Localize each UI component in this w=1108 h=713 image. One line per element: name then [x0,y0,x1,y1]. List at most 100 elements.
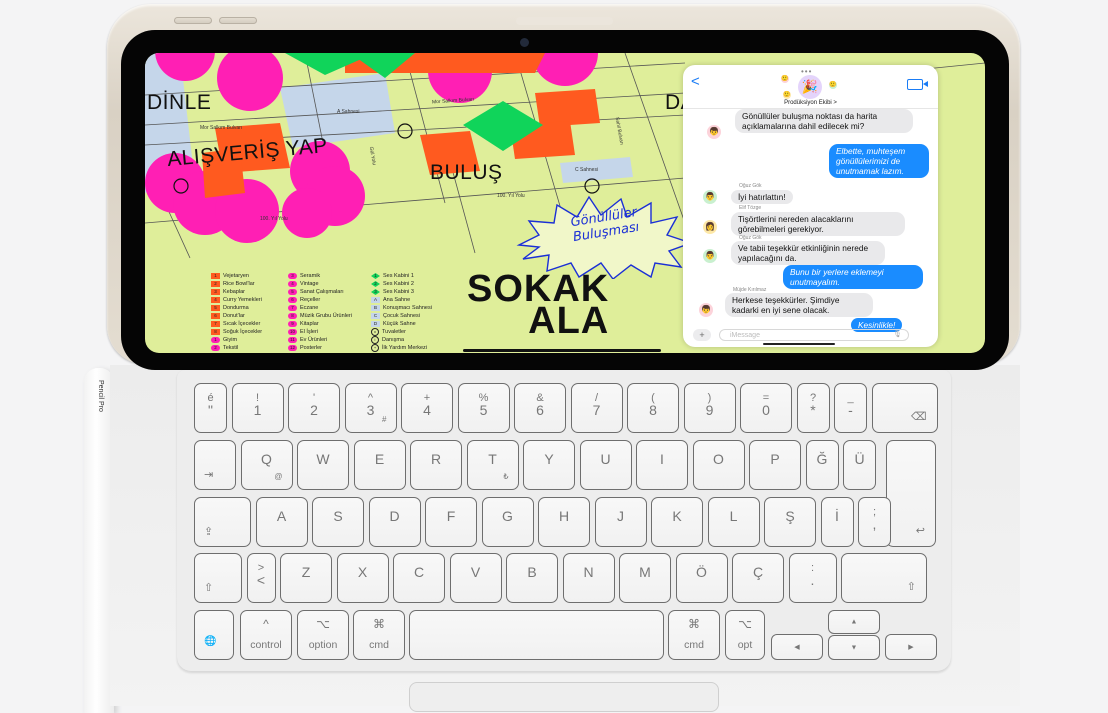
key-*[interactable]: ? * [796,383,830,433]
key-tab-icon[interactable]: ⇥ [194,440,236,490]
key-u[interactable]: U [579,440,632,490]
key-7[interactable]: /7 [570,383,623,433]
legend-label: Ses Kabini 2 [383,281,414,287]
key-w[interactable]: W [297,440,349,490]
key-z[interactable]: Z [280,553,332,603]
key-<[interactable]: > < [246,553,276,603]
key-g[interactable]: G [481,497,534,547]
key-2[interactable]: ' 2 [288,383,340,433]
key-a[interactable]: A [255,497,308,547]
key-ü[interactable]: Ü [843,440,876,490]
legend-item: 5 Dondurma [211,304,262,312]
key--[interactable]: _ - [834,383,867,433]
legend-item: 7 Eczane [288,304,352,312]
key-3[interactable]: ^ 3 # [344,383,397,433]
key-b[interactable]: B [506,553,558,603]
key-s[interactable]: S [312,497,364,547]
group-name[interactable]: Prodüksiyon Ekibi > [683,100,938,106]
key-x[interactable]: X [336,553,389,603]
key-,[interactable]: ;, [858,497,891,547]
legend-item: 3 Seramik [288,272,352,280]
key-n[interactable]: N [562,553,615,603]
key-delete-icon[interactable]: ⌫ [871,383,938,433]
legend-label: Curry Yemekleri [223,297,262,303]
control-key[interactable]: ^ control [240,610,292,660]
back-chevron-icon[interactable]: < [691,73,700,90]
video-call-icon[interactable] [907,79,928,90]
key-ç[interactable]: Ç [732,553,784,603]
trackpad[interactable] [409,682,719,712]
key-label: D [389,508,400,524]
legend-swatch: 2 [211,345,220,351]
microphone-icon[interactable]: 🎙 [893,329,902,341]
key-l[interactable]: L [707,497,760,547]
key-m[interactable]: M [619,553,671,603]
key-ş[interactable]: Ş [764,497,816,547]
arrow-down-key[interactable]: ▼ [828,635,880,660]
key-h[interactable]: H [538,497,590,547]
key-o[interactable]: O [692,440,745,490]
arrow-up-key[interactable]: ▲ [828,610,880,634]
key-4[interactable]: +4 [401,383,453,433]
key-0[interactable]: = 0 [740,383,792,433]
key-8[interactable]: (8 [627,383,679,433]
map-label-meet: BULUŞ [430,161,503,184]
arrow-left-key[interactable]: ◀ [771,634,823,660]
legend-item: B Konuşmacı Sahnesi [371,304,432,312]
legend-label: Soğuk İçecekler [223,329,263,335]
legend-swatch: 4 [211,297,220,303]
legend-swatch: 3 [371,289,380,295]
key-k[interactable]: K [651,497,703,547]
cmd-key[interactable]: ⌘ cmd [353,610,405,660]
legend-label: Ana Sahne [383,297,411,303]
legend-label: Reçeller [300,297,321,303]
key-"[interactable]: é " [194,383,227,433]
key-5[interactable]: % 5 [457,383,510,433]
key-i̇[interactable]: İ [820,497,854,547]
key-ö[interactable]: Ö [675,553,728,603]
top-button [516,17,613,25]
key-label: J [617,508,624,524]
key-label: " [208,402,213,418]
key-e[interactable]: E [353,440,406,490]
legend-item: 7 Sıcak İçecekler [211,320,262,328]
key-caps-lock-icon[interactable]: ⇪ [194,497,251,547]
arrow-left-icon: ◀ [794,644,800,651]
opt-right-key[interactable]: ⌥ opt [725,610,765,660]
key-1[interactable]: ! 1 [231,383,284,433]
key-y[interactable]: Y [523,440,575,490]
key-t[interactable]: T ₺ [466,440,519,490]
plus-button[interactable]: + [693,329,711,341]
key-label: X [357,564,368,580]
key-f[interactable]: F [425,497,477,547]
key-r[interactable]: R [410,440,462,490]
key-shift-icon[interactable]: ⇧ [194,553,242,603]
key-d[interactable]: D [368,497,421,547]
cmd-right-key[interactable]: ⌘ cmd [668,610,720,660]
key-return-icon[interactable]: ↩ [886,440,936,547]
cmd-symbol-icon: ⌘ [373,617,385,631]
key-ğ[interactable]: Ğ [805,440,839,490]
key-q[interactable]: Q @ [240,440,293,490]
map-shop-circle [217,53,283,111]
key-label: S [333,508,343,524]
key-globe[interactable]: 🌐 [194,610,234,660]
key-v[interactable]: V [449,553,502,603]
message-bubble: İyi hatırlattın! [731,190,793,204]
key-shift-icon[interactable]: ⇧ [841,553,927,603]
key-.[interactable]: :. [788,553,837,603]
party-popper-icon[interactable]: 🎉 [798,75,822,99]
arrow-right-key[interactable]: ▶ [885,634,937,660]
key-label: O [713,451,724,467]
message-bubble: Herkese teşekkürler. Şimdiye kadarki en … [725,293,873,317]
space-bar[interactable] [409,610,664,660]
key-p[interactable]: P [749,440,801,490]
key-6[interactable]: & 6 [514,383,566,433]
key-9[interactable]: ) 9 [683,383,736,433]
legend-label: İlk Yardım Merkezi [382,345,428,351]
key-i[interactable]: I [636,440,688,490]
key-c[interactable]: C [393,553,445,603]
key-j[interactable]: J [594,497,647,547]
option-key[interactable]: ⌥ option [297,610,349,660]
imessage-input[interactable]: iMessage [719,329,909,341]
